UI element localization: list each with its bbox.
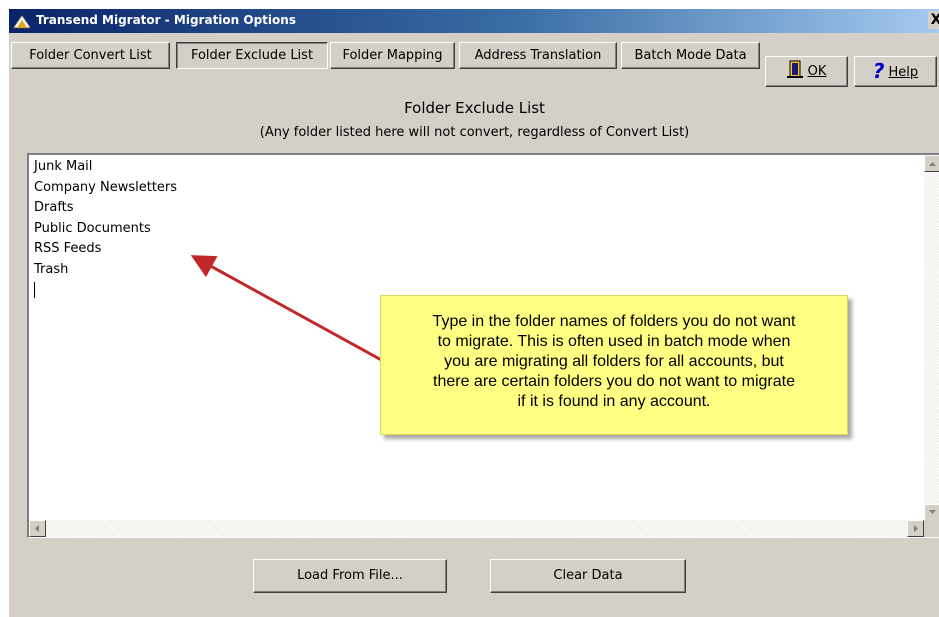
exclude-list-item: Drafts: [34, 200, 74, 215]
title-bar[interactable]: Transend Migrator - Migration Options X: [9, 9, 939, 33]
help-button-label: Help: [888, 65, 919, 80]
page-subtitle: (Any folder listed here will not convert…: [259, 125, 690, 140]
tab-folder-convert-list[interactable]: Folder Convert List: [11, 42, 170, 69]
scroll-up-icon[interactable]: [924, 155, 939, 172]
scroll-right-icon[interactable]: [907, 520, 924, 537]
exclude-list-lines: Junk Mail Company Newsletters Drafts Pub…: [34, 157, 177, 301]
help-icon: ?: [872, 59, 885, 83]
window-title: Transend Migrator - Migration Options: [36, 13, 296, 27]
ok-button-label: OK: [807, 64, 827, 79]
ok-button[interactable]: OK: [765, 56, 848, 87]
exclude-list-item: Company Newsletters: [34, 179, 178, 195]
clear-data-button[interactable]: Clear Data: [490, 559, 686, 593]
tab-folder-exclude-list[interactable]: Folder Exclude List: [176, 42, 328, 69]
tab-folder-mapping[interactable]: Folder Mapping: [330, 42, 455, 69]
tab-batch-mode-data[interactable]: Batch Mode Data: [621, 42, 760, 69]
close-icon[interactable]: X: [928, 11, 939, 29]
tooltip-callout: Type in the folder names of folders you …: [380, 295, 848, 435]
exclude-list-item: Junk Mail: [34, 159, 93, 174]
text-caret: [34, 281, 35, 298]
scroll-left-icon[interactable]: [29, 520, 46, 537]
scrollbar-corner: [924, 520, 939, 537]
load-from-file-button[interactable]: Load From File...: [253, 559, 447, 593]
page-title: Folder Exclude List: [404, 99, 545, 117]
exclude-list-item: Trash: [34, 261, 69, 277]
tab-address-translation[interactable]: Address Translation: [459, 42, 617, 69]
exclude-list-item: Public Documents: [34, 220, 151, 236]
help-button[interactable]: ? Help: [854, 56, 937, 87]
ok-icon: [786, 60, 803, 78]
vertical-scrollbar[interactable]: [924, 155, 939, 521]
scroll-down-icon[interactable]: [924, 504, 939, 521]
horizontal-scrollbar[interactable]: [29, 520, 924, 537]
exclude-list-item: RSS Feeds: [34, 241, 102, 256]
app-icon: [12, 14, 32, 29]
